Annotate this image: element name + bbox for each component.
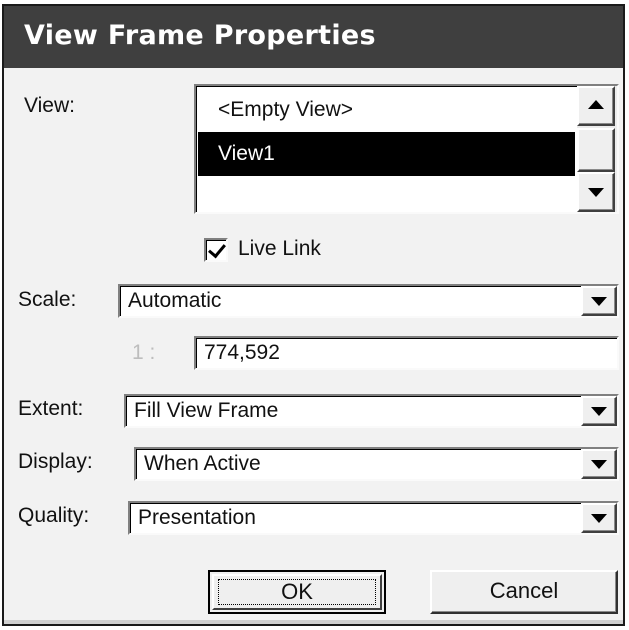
arrow-down-icon bbox=[588, 188, 604, 197]
scale-ratio-field[interactable]: 774,592 bbox=[194, 336, 619, 370]
chevron-down-icon bbox=[591, 407, 607, 416]
scale-ratio-prefix: 1 : bbox=[132, 341, 156, 364]
scale-label: Scale: bbox=[18, 288, 77, 311]
quality-dropdown[interactable]: Presentation bbox=[128, 501, 619, 535]
title-bar[interactable]: View Frame Properties bbox=[4, 6, 623, 68]
extent-value: Fill View Frame bbox=[134, 399, 279, 422]
display-dropdown-button[interactable] bbox=[581, 449, 617, 479]
view-label: View: bbox=[24, 94, 75, 117]
quality-value: Presentation bbox=[138, 506, 256, 529]
chevron-down-icon bbox=[591, 297, 607, 306]
scale-value: Automatic bbox=[128, 289, 222, 312]
extent-dropdown[interactable]: Fill View Frame bbox=[124, 394, 619, 428]
scale-dropdown[interactable]: Automatic bbox=[118, 284, 619, 318]
ok-button[interactable]: OK bbox=[208, 570, 386, 614]
display-value: When Active bbox=[144, 452, 261, 475]
cancel-button[interactable]: Cancel bbox=[430, 570, 618, 614]
ok-button-label: OK bbox=[281, 579, 313, 604]
dialog-bottom-edge bbox=[4, 620, 623, 624]
live-link-label[interactable]: Live Link bbox=[238, 237, 321, 261]
scrollbar-thumb[interactable] bbox=[577, 128, 615, 172]
list-item-empty-view[interactable]: <Empty View> bbox=[198, 88, 575, 132]
dialog-title: View Frame Properties bbox=[24, 20, 376, 51]
display-dropdown[interactable]: When Active bbox=[134, 447, 619, 481]
scale-dropdown-button[interactable] bbox=[581, 286, 617, 316]
checkmark-icon bbox=[208, 239, 226, 259]
view-listbox-scrollbar[interactable] bbox=[577, 86, 617, 212]
scroll-up-button[interactable] bbox=[577, 86, 615, 126]
cancel-button-label: Cancel bbox=[489, 578, 559, 603]
scroll-down-button[interactable] bbox=[577, 172, 615, 212]
extent-dropdown-button[interactable] bbox=[581, 396, 617, 426]
list-item-view1[interactable]: View1 bbox=[198, 132, 575, 176]
scale-ratio-value: 774,592 bbox=[204, 341, 280, 364]
arrow-up-icon bbox=[588, 100, 604, 109]
extent-label: Extent: bbox=[18, 397, 84, 420]
quality-label: Quality: bbox=[18, 504, 90, 527]
quality-dropdown-button[interactable] bbox=[581, 503, 617, 533]
chevron-down-icon bbox=[591, 514, 607, 523]
display-label: Display: bbox=[18, 450, 93, 473]
view-listbox[interactable]: <Empty View> View1 bbox=[194, 84, 619, 214]
live-link-checkbox[interactable] bbox=[204, 238, 228, 262]
view-frame-properties-dialog: View Frame Properties View: <Empty View>… bbox=[4, 6, 623, 624]
chevron-down-icon bbox=[591, 460, 607, 469]
